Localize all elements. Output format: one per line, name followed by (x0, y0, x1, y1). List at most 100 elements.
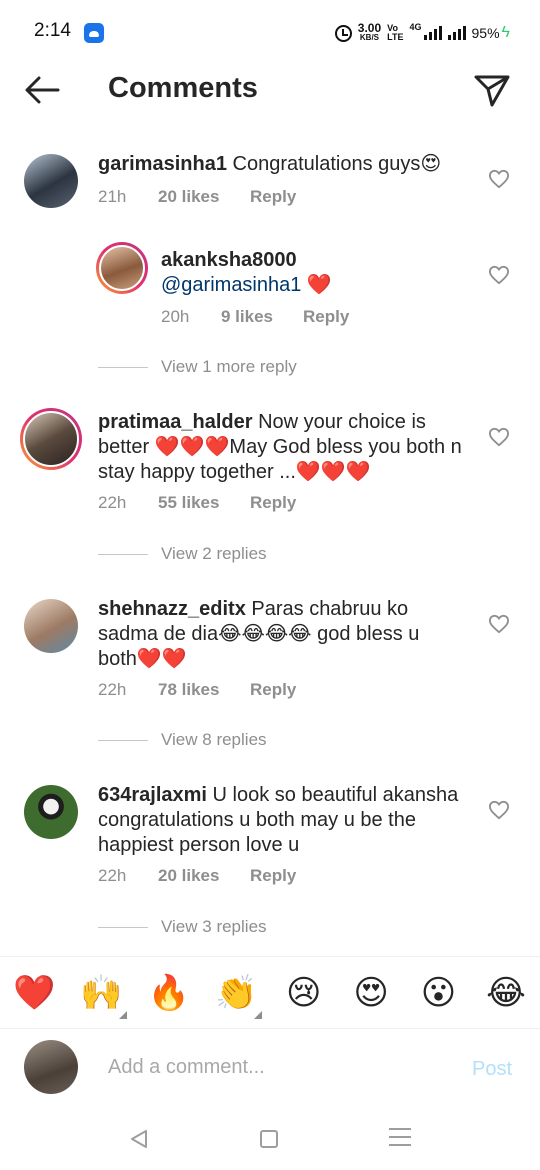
heart-outline-icon (488, 169, 510, 189)
comment-input[interactable] (108, 1052, 448, 1082)
back-button[interactable] (22, 72, 62, 108)
menu-line-icon (389, 1128, 411, 1130)
emoji-raised-hands-button[interactable]: 🙌 (80, 973, 128, 1019)
volte-bottom: LTE (387, 32, 404, 42)
network-speed-value: 3.00 (357, 21, 382, 35)
comment-likes[interactable]: 20 likes (158, 866, 250, 886)
reply-button[interactable]: Reply (303, 307, 349, 327)
like-button[interactable] (488, 800, 510, 820)
emoji-crying-button[interactable]: 😢 (283, 973, 325, 1013)
post-button[interactable]: Post (472, 1058, 512, 1081)
emoji-raised-hands-label: 🙌 (80, 973, 123, 1012)
add-comment-bar: Post (0, 1030, 540, 1106)
skin-tone-indicator (254, 1010, 263, 1019)
charging-icon: ϟ (501, 24, 510, 41)
comment-text: 634rajlaxmi U look so beautiful akansha … (98, 783, 468, 858)
reply-button[interactable]: Reply (250, 187, 296, 207)
comment-text: akanksha8000 @garimasinha1 ❤️ (161, 248, 461, 298)
comment-meta: 20h 9 likes Reply (161, 307, 349, 327)
comment-text: shehnazz_editx Paras chabruu ko sadma de… (98, 597, 460, 672)
comment-meta: 21h 20 likes Reply (98, 187, 296, 207)
avatar[interactable] (96, 242, 148, 294)
paper-plane-icon (474, 75, 510, 107)
network-type: 4G (409, 22, 422, 32)
view-replies-label: View 8 replies (161, 730, 267, 749)
emoji-quick-bar: ❤️ 🙌 🔥 👏 😢 😍 😮 😂 (0, 956, 540, 1029)
page-title: Comments (108, 72, 258, 104)
view-replies-label: View 1 more reply (161, 357, 297, 376)
alarm-icon (334, 24, 352, 42)
menu-line-icon (389, 1144, 411, 1146)
like-button[interactable] (488, 427, 510, 447)
comment-likes[interactable]: 9 likes (221, 307, 303, 327)
avatar[interactable] (20, 408, 82, 470)
comment-time: 20h (161, 307, 190, 326)
comment-username[interactable]: garimasinha1 (98, 153, 227, 175)
network-speed: 3.00 KB/S (357, 21, 382, 43)
view-replies-button[interactable]: View 8 replies (98, 730, 267, 750)
battery-level: 95% (471, 25, 500, 41)
comment-text: pratimaa_halder Now your choice is bette… (98, 410, 470, 485)
comment-body: Congratulations guys😍 (226, 153, 442, 175)
emoji-heart-eyes-button[interactable]: 😍 (350, 973, 392, 1013)
comment-time: 22h (98, 680, 127, 699)
triangle-back-icon (131, 1130, 147, 1148)
emoji-heart-button[interactable]: ❤️ (13, 973, 55, 1013)
comment-username[interactable]: pratimaa_halder (98, 411, 253, 433)
emoji-surprised-button[interactable]: 😮 (418, 973, 460, 1013)
replies-divider (98, 739, 148, 741)
avatar[interactable] (24, 154, 78, 208)
emoji-clap-label: 👏 (215, 973, 258, 1012)
heart-outline-icon (488, 614, 510, 634)
nav-menu-button[interactable] (389, 1128, 411, 1148)
reply-button[interactable]: Reply (250, 493, 296, 513)
reply-button[interactable]: Reply (250, 866, 296, 886)
emoji-clap-button[interactable]: 👏 (215, 973, 263, 1019)
comment-mention[interactable]: @garimasinha1 (161, 274, 301, 296)
comment-likes[interactable]: 20 likes (158, 187, 250, 207)
emoji-laughing-button[interactable]: 😂 (485, 973, 527, 1013)
heart-outline-icon (488, 427, 510, 447)
comment-time: 21h (98, 187, 127, 206)
skin-tone-indicator (119, 1010, 128, 1019)
cloud-app-icon (84, 23, 104, 43)
replies-divider (98, 926, 148, 928)
system-nav-bar (0, 1106, 540, 1170)
comment-meta: 22h 20 likes Reply (98, 866, 296, 886)
header: Comments (0, 66, 540, 116)
status-bar: 2:14 3.00 KB/S Vo LTE 4G 95% ϟ (0, 0, 540, 66)
comment-body: ❤️ (301, 274, 332, 296)
avatar[interactable] (24, 785, 78, 839)
comment-text: garimasinha1 Congratulations guys😍 (98, 152, 468, 177)
comment-meta: 22h 55 likes Reply (98, 493, 296, 513)
arrow-left-icon (25, 76, 60, 104)
comment-time: 22h (98, 493, 127, 512)
avatar[interactable] (24, 599, 78, 653)
menu-line-icon (389, 1136, 411, 1138)
view-replies-button[interactable]: View 2 replies (98, 544, 267, 564)
reply-button[interactable]: Reply (250, 680, 296, 700)
comment-time: 22h (98, 866, 127, 885)
view-replies-button[interactable]: View 1 more reply (98, 357, 297, 377)
comment-username[interactable]: 634rajlaxmi (98, 784, 207, 806)
like-button[interactable] (488, 169, 510, 189)
share-button[interactable] (472, 72, 512, 108)
current-user-avatar (24, 1040, 78, 1094)
view-replies-label: View 2 replies (161, 544, 267, 563)
comment-username[interactable]: shehnazz_editx (98, 598, 246, 620)
heart-outline-icon (488, 800, 510, 820)
view-replies-label: View 3 replies (161, 917, 267, 936)
comment-username[interactable]: akanksha8000 (161, 249, 297, 271)
replies-divider (98, 366, 148, 368)
like-button[interactable] (488, 614, 510, 634)
nav-home-button[interactable] (260, 1130, 278, 1148)
status-indicators: 3.00 KB/S Vo LTE 4G 95% ϟ (334, 20, 510, 46)
signal-icon (423, 26, 442, 40)
emoji-fire-button[interactable]: 🔥 (148, 973, 190, 1013)
like-button[interactable] (488, 265, 510, 285)
view-replies-button[interactable]: View 3 replies (98, 917, 267, 937)
nav-back-button[interactable] (128, 1128, 150, 1150)
comment-likes[interactable]: 78 likes (158, 680, 250, 700)
network-speed-unit: KB/S (359, 33, 380, 42)
comment-likes[interactable]: 55 likes (158, 493, 250, 513)
